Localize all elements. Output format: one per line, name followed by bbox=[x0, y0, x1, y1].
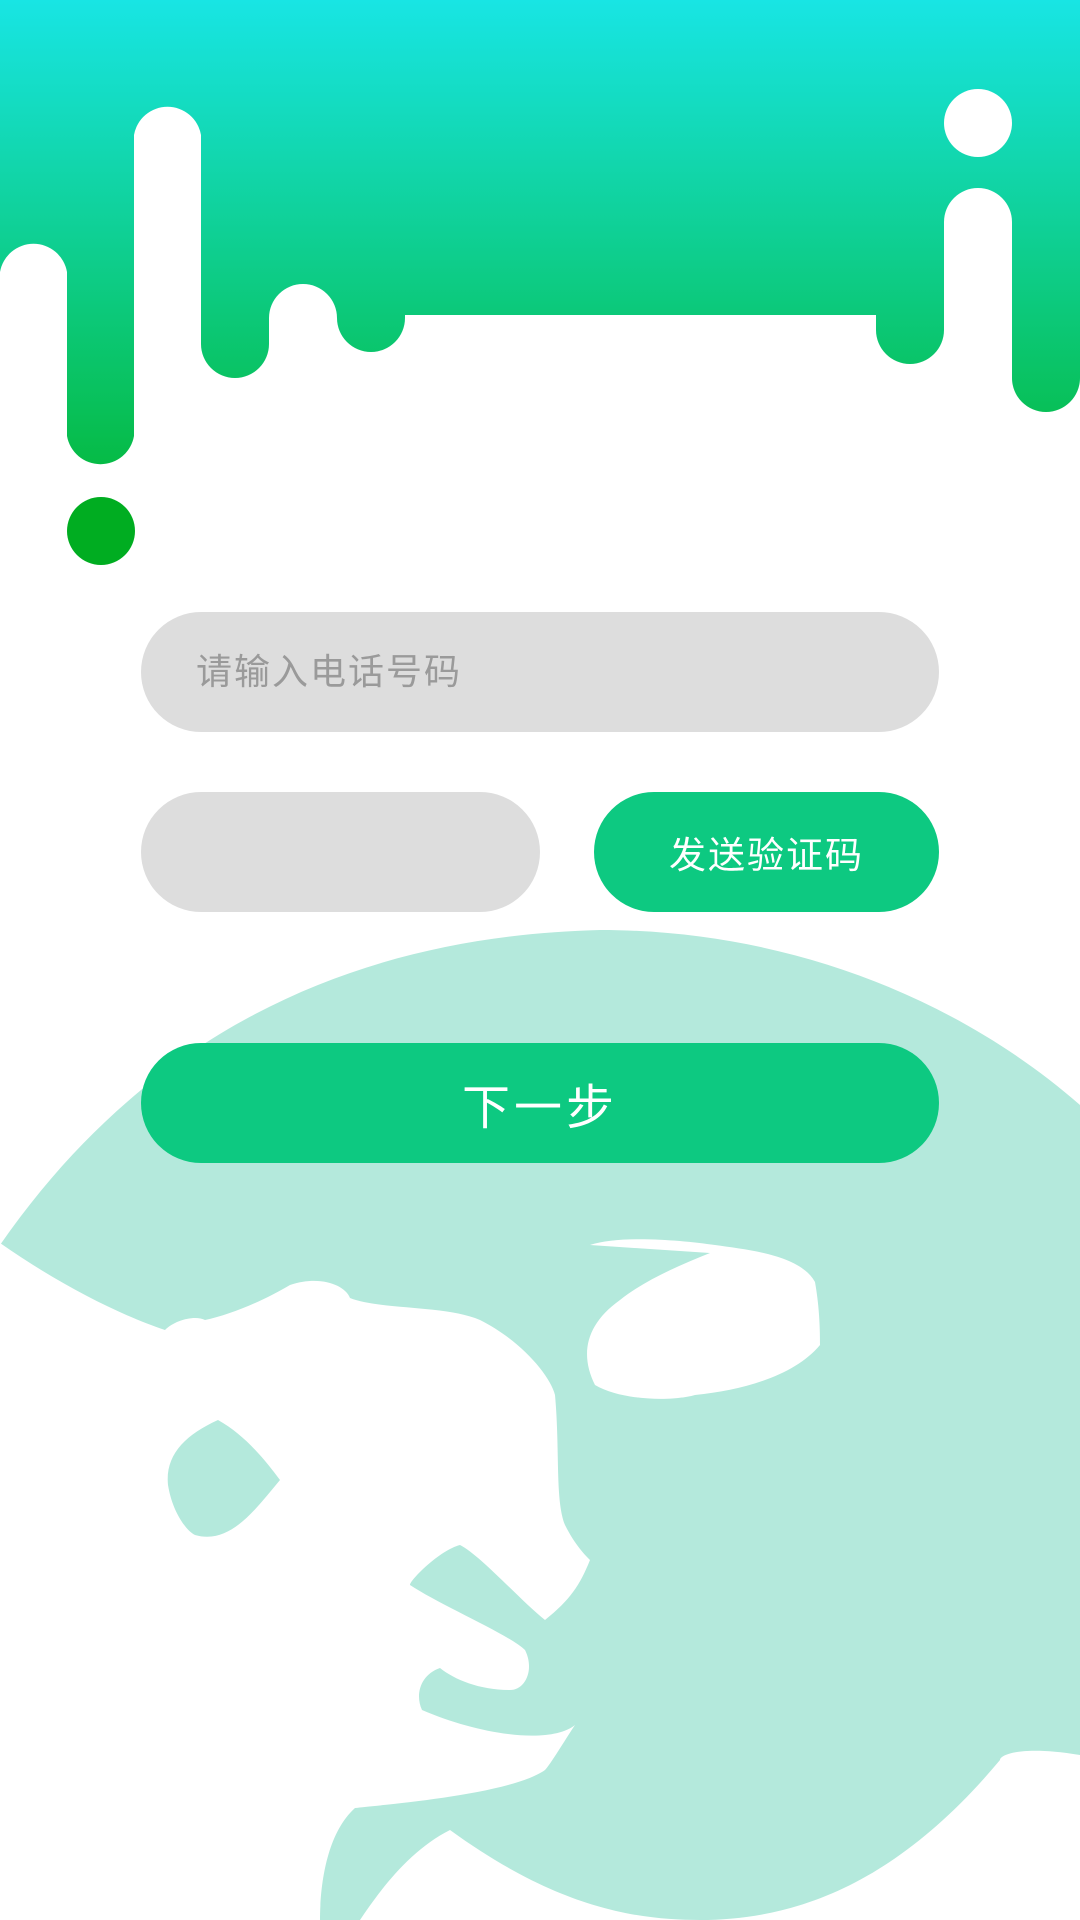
header-drip-shape bbox=[0, 0, 1080, 465]
header-drip-decoration bbox=[0, 0, 1080, 565]
phone-number-input[interactable] bbox=[141, 612, 939, 732]
header-white-dot bbox=[944, 89, 1012, 157]
phone-field-wrapper bbox=[141, 612, 939, 732]
header-drop-dot bbox=[67, 497, 135, 565]
verification-code-field-wrapper bbox=[141, 792, 540, 912]
verification-code-input[interactable] bbox=[141, 792, 540, 912]
next-step-button[interactable]: 下一步 bbox=[141, 1043, 939, 1163]
register-screen: 发送验证码 下一步 bbox=[0, 0, 1080, 1920]
send-code-button[interactable]: 发送验证码 bbox=[594, 792, 939, 912]
